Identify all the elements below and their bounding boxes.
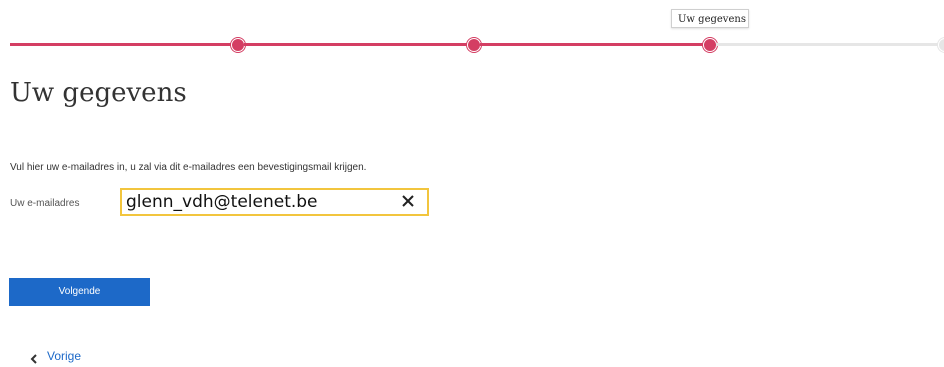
step-3-dot-active[interactable] [703,38,717,52]
progress-stepper: Uw gegevens [0,0,944,60]
active-step-tooltip: Uw gegevens [671,9,749,28]
stepper-line-4 [716,43,940,46]
stepper-line-2 [244,43,468,46]
instructions-text: Vul hier uw e-mailadres in, u zal via di… [10,162,367,173]
step-1-dot[interactable] [231,38,245,52]
page-title: Uw gegevens [10,78,187,108]
stepper-line-3 [480,43,704,46]
email-field[interactable] [120,188,429,216]
close-icon[interactable] [401,193,415,209]
previous-link[interactable]: Vorige [30,349,82,364]
email-input[interactable] [126,191,386,213]
chevron-left-icon [30,351,38,364]
stepper-line-1 [10,43,238,46]
email-label: Uw e-mailadres [10,198,80,209]
step-2-dot[interactable] [467,38,481,52]
step-4-dot [938,38,944,52]
page: Uw gegevens Uw gegevens Vul hier uw e-ma… [0,0,944,367]
previous-label: Vorige [47,349,82,363]
next-button[interactable]: Volgende [9,278,150,306]
